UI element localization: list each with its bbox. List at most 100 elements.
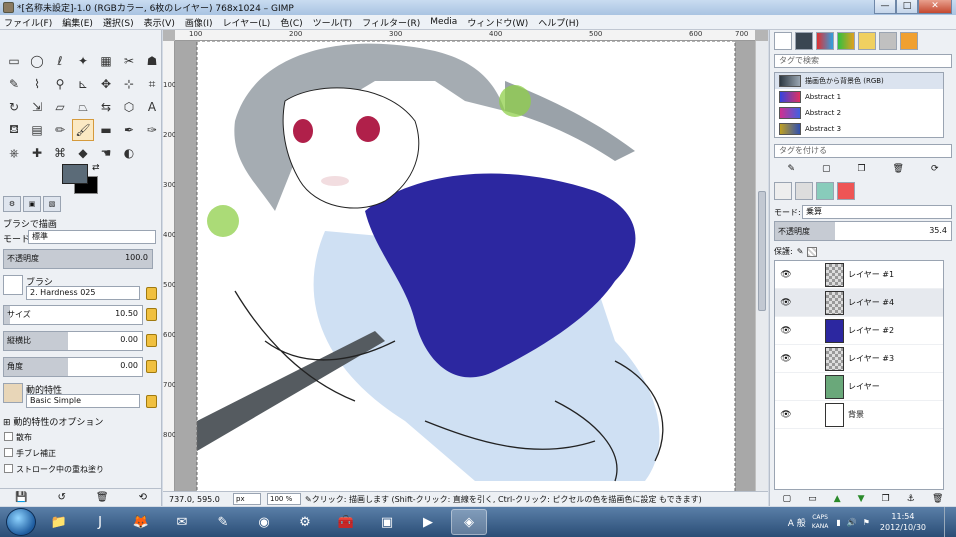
menu-media[interactable]: Media	[430, 17, 457, 27]
tab-patterns[interactable]	[795, 32, 813, 50]
volume-icon[interactable]: 🔊	[847, 518, 857, 527]
visibility-eye-icon[interactable]: 👁	[779, 270, 793, 280]
refresh-gradients-icon[interactable]: ⟳	[931, 164, 939, 174]
paintbrush-tool-icon[interactable]: 🖌	[72, 119, 94, 141]
ellipse-select-tool-icon[interactable]: ◯	[26, 50, 48, 72]
menu-colors[interactable]: 色(C)	[280, 16, 302, 29]
blur-tool-icon[interactable]: ◆	[72, 142, 94, 164]
raise-layer-icon[interactable]: ▲	[834, 494, 841, 504]
vertical-scroll-thumb[interactable]	[758, 191, 766, 311]
dynamics-preview[interactable]	[3, 383, 23, 403]
start-button[interactable]	[6, 508, 36, 536]
reset-angle-icon[interactable]	[146, 360, 157, 373]
measure-tool-icon[interactable]: ⊾	[72, 73, 94, 95]
ink-tool-icon[interactable]: ✑	[141, 119, 163, 141]
perspective-tool-icon[interactable]: ⏢	[72, 96, 94, 118]
menu-file[interactable]: ファイル(F)	[4, 16, 52, 29]
paint-app-taskbar-icon[interactable]: ✎	[205, 509, 241, 535]
menu-layer[interactable]: レイヤー(L)	[223, 16, 271, 29]
firefox-taskbar-icon[interactable]: 🦊	[123, 509, 159, 535]
text-tool-icon[interactable]: A	[141, 96, 163, 118]
media-player-taskbar-icon[interactable]: ▶	[410, 509, 446, 535]
layer-row[interactable]: 👁 レイヤー #2	[775, 317, 943, 345]
tab-brushes[interactable]	[774, 32, 792, 50]
gradient-item[interactable]: Abstract 1	[775, 89, 943, 105]
drawing-canvas[interactable]	[175, 41, 755, 495]
tools-taskbar-icon[interactable]: 🧰	[328, 509, 364, 535]
size-slider[interactable]: サイズ 10.50	[3, 305, 143, 325]
reset-size-icon[interactable]	[146, 308, 157, 321]
gradient-item[interactable]: Abstract 3	[775, 121, 943, 137]
reset-aspect-icon[interactable]	[146, 334, 157, 347]
menu-tools[interactable]: ツール(T)	[313, 16, 353, 29]
aspect-slider[interactable]: 縦横比 0.00	[3, 331, 143, 351]
gradient-item[interactable]: Abstract 2	[775, 105, 943, 121]
new-layer-group-icon[interactable]: ▭	[808, 494, 817, 504]
tab-tool-options[interactable]: ⚙	[3, 196, 21, 212]
device-manager-taskbar-icon[interactable]: ⚙	[287, 509, 323, 535]
vertical-scrollbar[interactable]	[755, 41, 768, 495]
duplicate-gradient-icon[interactable]: ❐	[857, 164, 865, 174]
thunderbird-taskbar-icon[interactable]: ✉	[164, 509, 200, 535]
menu-image[interactable]: 画像(I)	[185, 16, 213, 29]
menu-windows[interactable]: ウィンドウ(W)	[467, 16, 528, 29]
visibility-eye-icon[interactable]: 👁	[779, 298, 793, 308]
restore-options-icon[interactable]: ↺	[57, 492, 65, 503]
menu-filters[interactable]: フィルター(R)	[362, 16, 420, 29]
dynamics-options-expander[interactable]: ⊞ 動的特性のオプション	[3, 415, 103, 428]
clone-tool-icon[interactable]: ⎈	[3, 142, 25, 164]
app-j-taskbar-icon[interactable]: J	[82, 509, 118, 535]
delete-options-icon[interactable]: 🗑	[96, 492, 109, 503]
layer-mode-select[interactable]: 乗算	[802, 205, 952, 219]
new-layer-icon[interactable]: ▢	[783, 494, 792, 504]
delete-layer-icon[interactable]: 🗑	[932, 494, 943, 504]
tab-channels[interactable]	[900, 32, 918, 50]
tab-device-status[interactable]: ▣	[23, 196, 41, 212]
layer-row[interactable]: 👁 レイヤー #3	[775, 345, 943, 373]
ime-indicator[interactable]: A 般	[788, 516, 806, 529]
visibility-eye-icon[interactable]: 👁	[779, 326, 793, 336]
layer-row[interactable]: 👁 レイヤー #1	[775, 261, 943, 289]
rotate-tool-icon[interactable]: ↻	[3, 96, 25, 118]
layer-opacity-slider[interactable]: 不透明度 35.4	[774, 221, 952, 241]
foreground-select-tool-icon[interactable]: ☗	[141, 50, 163, 72]
unit-select[interactable]: px	[233, 493, 261, 505]
lock-pixels-icon[interactable]: ✎	[797, 247, 804, 256]
network-icon[interactable]: ▮	[836, 518, 840, 527]
dodge-burn-tool-icon[interactable]: ◐	[118, 142, 140, 164]
jitter-checkbox[interactable]	[4, 448, 13, 457]
close-button[interactable]: ✕	[918, 0, 952, 14]
pencil-tool-icon[interactable]: ✏	[49, 119, 71, 141]
new-gradient-icon[interactable]: ▢	[822, 164, 831, 174]
menu-edit[interactable]: 編集(E)	[62, 16, 93, 29]
perspective-clone-tool-icon[interactable]: ⌘	[49, 142, 71, 164]
color-picker-tool-icon[interactable]: ⌇	[26, 73, 48, 95]
align-tool-icon[interactable]: ⊹	[118, 73, 140, 95]
move-tool-icon[interactable]: ✥	[95, 73, 117, 95]
swap-colors-icon[interactable]: ⇄	[92, 163, 100, 173]
bucket-fill-tool-icon[interactable]: ⛾	[3, 119, 25, 141]
airbrush-tool-icon[interactable]: ✒	[118, 119, 140, 141]
scatter-checkbox[interactable]	[4, 432, 13, 441]
chrome-taskbar-icon[interactable]: ◉	[246, 509, 282, 535]
zoom-tool-icon[interactable]: ⚲	[49, 73, 71, 95]
visibility-eye-icon[interactable]: 👁	[779, 410, 793, 420]
eraser-tool-icon[interactable]: ▬	[95, 119, 117, 141]
tab-layers[interactable]	[774, 182, 792, 200]
tab-undo-history[interactable]: ▧	[43, 196, 61, 212]
tab-channels-2[interactable]	[795, 182, 813, 200]
smudge-tool-icon[interactable]: ☚	[95, 142, 117, 164]
tab-paths[interactable]	[816, 182, 834, 200]
layer-row[interactable]: 👁 レイヤー #4	[775, 289, 943, 317]
lower-layer-icon[interactable]: ▼	[858, 494, 865, 504]
rect-select-tool-icon[interactable]: ▭	[3, 50, 25, 72]
save-options-icon[interactable]: 💾	[15, 492, 27, 503]
brush-name-field[interactable]: 2. Hardness 025	[26, 286, 140, 300]
tab-gradients[interactable]	[816, 32, 834, 50]
shear-tool-icon[interactable]: ▱	[49, 96, 71, 118]
tab-colormap[interactable]	[837, 182, 855, 200]
mode-select[interactable]: 標準	[28, 230, 156, 244]
clock[interactable]: 11:54 2012/10/30	[880, 511, 926, 533]
edit-gradient-icon[interactable]: ✎	[787, 164, 795, 174]
action-center-icon[interactable]: ⚑	[863, 518, 870, 527]
